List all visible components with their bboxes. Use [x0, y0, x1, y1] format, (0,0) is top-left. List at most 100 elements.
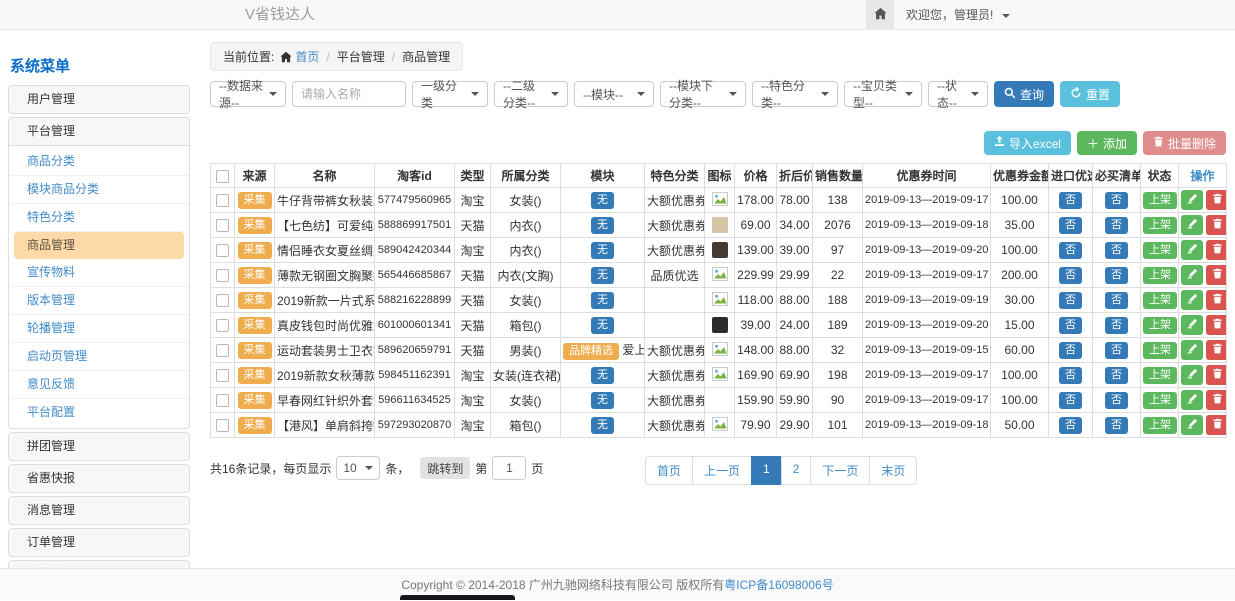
status-select[interactable]: --状态--	[928, 81, 988, 107]
must-buy-no-badge[interactable]: 否	[1105, 392, 1128, 409]
user-menu[interactable]: 欢迎您，管理员!	[906, 0, 1010, 30]
row-checkbox[interactable]	[216, 219, 229, 232]
status-badge[interactable]: 上架	[1143, 392, 1177, 409]
import-no-badge[interactable]: 否	[1059, 417, 1082, 434]
row-checkbox[interactable]	[216, 394, 229, 407]
pager-button-1[interactable]: 1	[751, 456, 782, 485]
import-no-badge[interactable]: 否	[1059, 392, 1082, 409]
sidebar-section-header[interactable]: 兑换管理	[8, 560, 190, 568]
status-badge[interactable]: 上架	[1143, 317, 1177, 334]
edit-button[interactable]	[1181, 315, 1203, 335]
import-no-badge[interactable]: 否	[1059, 267, 1082, 284]
row-checkbox[interactable]	[216, 269, 229, 282]
must-buy-no-badge[interactable]: 否	[1105, 242, 1128, 259]
delete-button[interactable]	[1206, 415, 1227, 435]
data-source-select[interactable]: --数据来源--	[210, 81, 286, 107]
sidebar-item[interactable]: 商品分类	[9, 148, 189, 175]
search-button[interactable]: 查询	[994, 81, 1054, 107]
edit-button[interactable]	[1181, 415, 1203, 435]
import-no-badge[interactable]: 否	[1059, 367, 1082, 384]
sidebar-section-header[interactable]: 平台管理	[8, 117, 190, 146]
page-number-input[interactable]	[492, 456, 526, 480]
level1-category-select[interactable]: 一级分类	[412, 81, 488, 107]
add-button[interactable]: ＋ 添加	[1077, 131, 1137, 155]
edit-button[interactable]	[1181, 340, 1203, 360]
pager-button-首页[interactable]: 首页	[645, 456, 693, 485]
must-buy-no-badge[interactable]: 否	[1105, 317, 1128, 334]
status-badge[interactable]: 上架	[1143, 367, 1177, 384]
delete-button[interactable]	[1206, 340, 1227, 360]
must-buy-no-badge[interactable]: 否	[1105, 417, 1128, 434]
sidebar-item[interactable]: 商品管理	[14, 231, 184, 259]
module-subcategory-select[interactable]: --模块下分类--	[660, 81, 746, 107]
must-buy-no-badge[interactable]: 否	[1105, 342, 1128, 359]
status-badge[interactable]: 上架	[1143, 267, 1177, 284]
sidebar-item[interactable]: 宣传物料	[9, 259, 189, 286]
must-buy-no-badge[interactable]: 否	[1105, 217, 1128, 234]
sidebar-item[interactable]: 轮播管理	[9, 314, 189, 342]
pager-button-下一页[interactable]: 下一页	[810, 456, 870, 485]
delete-button[interactable]	[1206, 265, 1227, 285]
delete-button[interactable]	[1206, 240, 1227, 260]
row-checkbox[interactable]	[216, 419, 229, 432]
icp-link[interactable]: 粤ICP备16098006号	[724, 578, 833, 592]
sidebar-item[interactable]: 特色分类	[9, 203, 189, 231]
module-select[interactable]: --模块--	[574, 81, 654, 107]
breadcrumb-home-link[interactable]: 首页	[295, 50, 319, 64]
status-badge[interactable]: 上架	[1143, 417, 1177, 434]
sidebar-item[interactable]: 平台配置	[9, 398, 189, 426]
edit-button[interactable]	[1181, 215, 1203, 235]
import-no-badge[interactable]: 否	[1059, 292, 1082, 309]
feature-category-select[interactable]: --特色分类--	[752, 81, 838, 107]
delete-button[interactable]	[1206, 315, 1227, 335]
must-buy-no-badge[interactable]: 否	[1105, 292, 1128, 309]
sidebar-item[interactable]: 模块商品分类	[9, 175, 189, 203]
edit-button[interactable]	[1181, 240, 1203, 260]
pager-button-上一页[interactable]: 上一页	[692, 456, 752, 485]
home-button[interactable]	[866, 0, 894, 29]
level2-category-select[interactable]: --二级分类--	[494, 81, 568, 107]
import-no-badge[interactable]: 否	[1059, 342, 1082, 359]
delete-button[interactable]	[1206, 390, 1227, 410]
status-badge[interactable]: 上架	[1143, 192, 1177, 209]
must-buy-no-badge[interactable]: 否	[1105, 267, 1128, 284]
edit-button[interactable]	[1181, 365, 1203, 385]
row-checkbox[interactable]	[216, 344, 229, 357]
status-badge[interactable]: 上架	[1143, 342, 1177, 359]
delete-button[interactable]	[1206, 215, 1227, 235]
row-checkbox[interactable]	[216, 369, 229, 382]
row-checkbox[interactable]	[216, 319, 229, 332]
import-no-badge[interactable]: 否	[1059, 242, 1082, 259]
delete-button[interactable]	[1206, 190, 1227, 210]
row-checkbox[interactable]	[216, 244, 229, 257]
pager-button-末页[interactable]: 末页	[869, 456, 917, 485]
select-all-checkbox[interactable]	[216, 170, 229, 183]
delete-button[interactable]	[1206, 365, 1227, 385]
reset-button[interactable]: 重置	[1060, 81, 1120, 107]
must-buy-no-badge[interactable]: 否	[1105, 192, 1128, 209]
name-search-input[interactable]	[292, 81, 406, 107]
per-page-select[interactable]: 10	[336, 456, 380, 480]
edit-button[interactable]	[1181, 265, 1203, 285]
sidebar-section-header[interactable]: 拼团管理	[8, 432, 190, 461]
row-checkbox[interactable]	[216, 294, 229, 307]
status-badge[interactable]: 上架	[1143, 292, 1177, 309]
edit-button[interactable]	[1181, 390, 1203, 410]
import-no-badge[interactable]: 否	[1059, 217, 1082, 234]
jump-button[interactable]: 跳转到	[420, 457, 470, 479]
edit-button[interactable]	[1181, 190, 1203, 210]
sidebar-section-header[interactable]: 用户管理	[8, 85, 190, 114]
sidebar-item[interactable]: 意见反馈	[9, 370, 189, 398]
row-checkbox[interactable]	[216, 194, 229, 207]
sidebar-section-header[interactable]: 订单管理	[8, 528, 190, 557]
sidebar-item[interactable]: 启动页管理	[9, 342, 189, 370]
sidebar-section-header[interactable]: 消息管理	[8, 496, 190, 525]
must-buy-no-badge[interactable]: 否	[1105, 367, 1128, 384]
batch-delete-button[interactable]: 批量删除	[1143, 131, 1226, 155]
delete-button[interactable]	[1206, 290, 1227, 310]
import-no-badge[interactable]: 否	[1059, 317, 1082, 334]
import-excel-button[interactable]: 导入excel	[984, 131, 1071, 155]
item-type-select[interactable]: --宝贝类型--	[844, 81, 922, 107]
sidebar-section-header[interactable]: 省惠快报	[8, 464, 190, 493]
edit-button[interactable]	[1181, 290, 1203, 310]
